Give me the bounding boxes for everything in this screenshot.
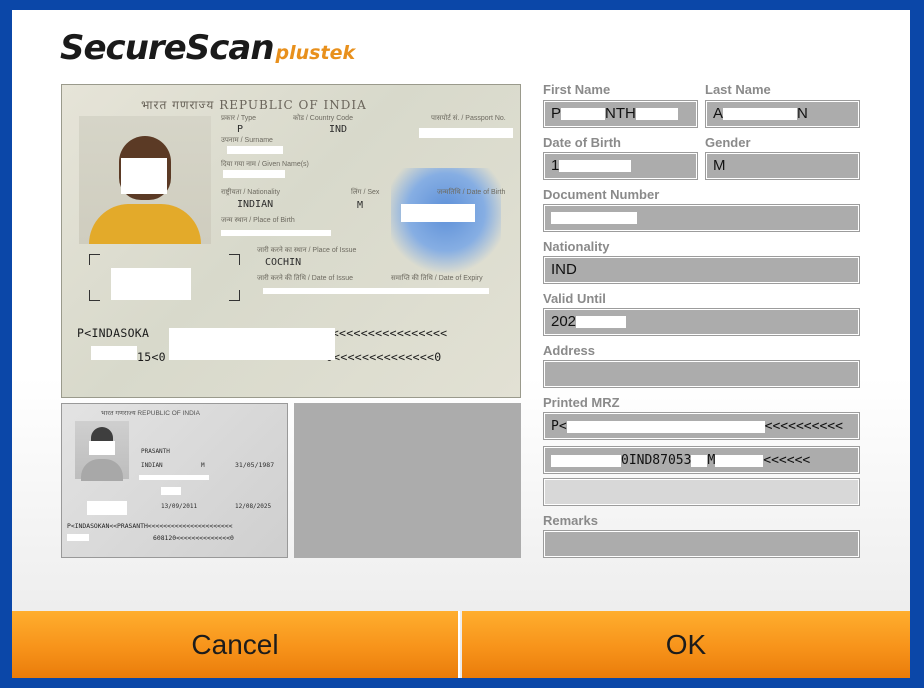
document-number-field[interactable] (544, 205, 859, 231)
dob-label: जन्मतिथि / Date of Birth (437, 189, 506, 196)
remarks-field[interactable] (544, 531, 859, 557)
scan-result-dialog: SecureScan plustek भारत गणराज्य REPUBLIC … (12, 10, 910, 678)
ir-header: भारत गणराज्य REPUBLIC OF INDIA (101, 410, 200, 417)
redaction-face (121, 158, 167, 194)
date-of-birth-field[interactable]: 1 (544, 153, 697, 179)
ir-redaction-pob (139, 475, 209, 480)
passport-front-image: भारत गणराज्य REPUBLIC OF INDIA प्रकार / … (61, 84, 521, 398)
first-name-redaction (561, 108, 606, 121)
document-number-label: Document Number (543, 187, 660, 202)
ir-dob: 31/05/1987 (235, 461, 275, 469)
signature-corner-tl (89, 254, 100, 265)
ir-redaction-sign (87, 501, 127, 515)
empty-image-slot (294, 403, 521, 558)
type-label: प्रकार / Type (221, 115, 257, 122)
passport-no-label: पासपोर्ट सं. / Passport No. (431, 115, 506, 122)
ir-sex: M (201, 462, 205, 469)
valid-until-field[interactable]: 202 (544, 309, 859, 335)
ir-redaction-face (89, 441, 115, 455)
redaction-pob (221, 230, 331, 236)
redaction-signature (111, 268, 191, 300)
ir-redaction-poi (161, 487, 181, 495)
mrz-line-2-redaction (551, 454, 621, 467)
last-name-redaction (723, 108, 798, 121)
gender-field[interactable]: M (706, 153, 859, 179)
valid-until-redaction (576, 316, 627, 329)
mrz-line-1-redaction (566, 420, 765, 433)
valid-until-label: Valid Until (543, 291, 606, 306)
passport-ir-image: भारत गणराज्य REPUBLIC OF INDIA PRASANTH … (61, 403, 288, 558)
signature-corner-tr (229, 254, 240, 265)
passport-header: भारत गणराज्य REPUBLIC OF INDIA (141, 98, 367, 112)
place-of-issue-value: COCHIN (265, 257, 302, 268)
date-of-birth-label: Date of Birth (543, 135, 621, 150)
redaction-dob (401, 204, 475, 222)
ir-mrz-line-2: 608120<<<<<<<<<<<<<<0 (153, 534, 234, 542)
dob-redaction (559, 160, 632, 173)
sex-label: लिंग / Sex (351, 189, 380, 196)
country-code-value: IND (329, 124, 348, 135)
last-name-field[interactable]: AN (706, 101, 859, 127)
ir-nationality: INDIAN (141, 462, 163, 469)
redaction-given-name (223, 170, 285, 178)
sex-value: M (357, 200, 364, 211)
printed-mrz-label: Printed MRZ (543, 395, 620, 410)
redaction-mrz-start (91, 346, 137, 360)
nationality-label: Nationality (543, 239, 610, 254)
cancel-button[interactable]: Cancel (12, 611, 460, 678)
nationality-label: राष्ट्रीयता / Nationality (221, 189, 280, 196)
surname-label: उपनाम / Surname (221, 137, 273, 144)
place-of-issue-label: जारी करने का स्थान / Place of Issue (257, 247, 357, 254)
doc-number-redaction (551, 212, 637, 225)
gender-label: Gender (705, 135, 751, 150)
logo-main-text: SecureScan (60, 28, 275, 68)
type-value: P (237, 124, 244, 135)
redaction-dates (263, 288, 489, 294)
ir-redaction-mrz (67, 534, 89, 541)
address-field[interactable] (544, 361, 859, 387)
date-of-expiry-label: समाप्ति की तिथि / Date of Expiry (391, 275, 483, 282)
printed-mrz-line-3[interactable] (544, 479, 859, 505)
remarks-label: Remarks (543, 513, 598, 528)
logo-sub-text: plustek (275, 42, 356, 64)
country-code-label: कोड / Country Code (293, 115, 353, 122)
ghost-photo (391, 168, 501, 278)
signature-corner-bl (89, 290, 100, 301)
ir-given-name: PRASANTH (141, 448, 170, 455)
ir-doe: 12/08/2025 (235, 503, 272, 510)
printed-mrz-line-2[interactable]: 0IND87053 M <<<<<< (544, 447, 859, 473)
printed-mrz-line-1[interactable]: P< <<<<<<<<<< (544, 413, 859, 439)
address-label: Address (543, 343, 596, 358)
ok-button[interactable]: OK (462, 611, 910, 678)
signature-corner-br (229, 290, 240, 301)
given-name-label: दिया गया नाम / Given Name(s) (221, 161, 309, 168)
last-name-label: Last Name (705, 82, 771, 97)
nationality-value: INDIAN (237, 199, 274, 210)
pob-label: जन्म स्थान / Place of Birth (221, 217, 295, 224)
ir-doi: 13/09/2011 (161, 503, 198, 510)
photo-shirt (89, 204, 201, 244)
redaction-surname (227, 146, 283, 154)
first-name-field[interactable]: P NTH (544, 101, 697, 127)
nationality-field[interactable]: IND (544, 257, 859, 283)
first-name-label: First Name (543, 82, 611, 97)
redaction-mrz (169, 328, 335, 360)
redaction-passport-no (419, 128, 513, 138)
date-of-issue-label: जारी करने की तिथि / Date of Issue (257, 275, 353, 282)
securescan-logo: SecureScan plustek (60, 28, 355, 68)
ir-mrz-line-1: P<INDASOKAN<<PRASANTH<<<<<<<<<<<<<<<<<<<… (67, 522, 233, 530)
